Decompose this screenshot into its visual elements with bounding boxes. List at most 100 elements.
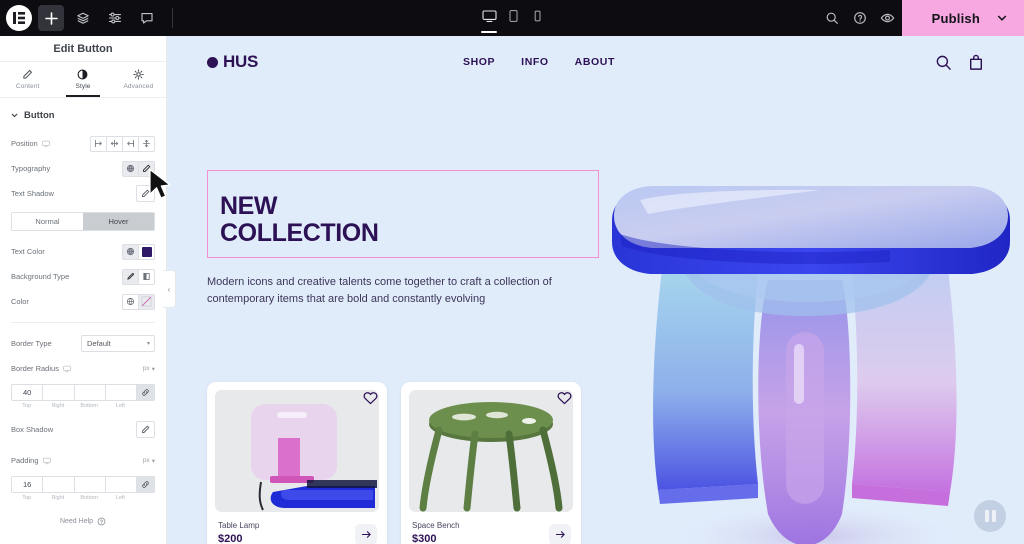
border-radius-right-input[interactable]	[42, 384, 75, 401]
mouse-cursor-icon	[149, 168, 171, 199]
editor-topbar: Publish	[0, 0, 1024, 36]
border-radius-inputs: 40	[11, 384, 155, 401]
tab-style[interactable]: Style	[55, 62, 110, 97]
hero-product-3d-stool-image	[612, 186, 1010, 544]
site-logo[interactable]: HUS	[207, 52, 258, 72]
product-card-footer: Space Bench $300	[409, 512, 573, 544]
state-tab-hover[interactable]: Hover	[83, 213, 154, 230]
section-button-title: Button	[24, 110, 55, 121]
control-position: Position	[11, 131, 155, 156]
background-type-buttons	[122, 268, 155, 285]
control-border-radius-header: Border Radius px ▾	[11, 356, 155, 381]
panel-tabs: Content Style Advanced	[0, 62, 166, 98]
align-right-button[interactable]	[122, 135, 139, 152]
desktop-icon	[41, 140, 50, 147]
align-left-button[interactable]	[90, 135, 107, 152]
add-element-icon[interactable]	[38, 5, 64, 31]
product-card[interactable]: Space Bench $300	[401, 382, 581, 544]
need-help-link[interactable]: Need Help	[0, 517, 166, 544]
search-icon[interactable]	[818, 5, 846, 31]
panel-divider	[11, 322, 155, 323]
elementor-logo-icon[interactable]	[6, 5, 32, 31]
elementor-editor: Publish Edit Button Content Style Advanc…	[0, 0, 1024, 544]
product-cards: Table Lamp $200 Space Bench $300	[207, 382, 581, 544]
color-buttons	[122, 293, 155, 310]
comment-icon[interactable]	[134, 5, 160, 31]
layers-icon[interactable]	[70, 5, 96, 31]
text-color-globals-icon[interactable]	[122, 243, 139, 260]
border-radius-top-input[interactable]: 40	[11, 384, 44, 401]
border-radius-unit-selector[interactable]: px ▾	[143, 365, 155, 373]
border-radius-left-input[interactable]	[104, 384, 137, 401]
control-text-shadow-label: Text Shadow	[11, 189, 54, 198]
product-price: $300	[412, 533, 437, 544]
tablet-icon[interactable]	[502, 3, 524, 33]
background-classic-brush-icon[interactable]	[122, 268, 139, 285]
nav-link-shop[interactable]: SHOP	[463, 56, 495, 68]
need-help-label: Need Help	[59, 518, 94, 525]
preview-eye-icon[interactable]	[874, 5, 902, 31]
hero-text-block: NEW COLLECTION Modern icons and creative…	[207, 170, 607, 308]
product-arrow-right-icon[interactable]	[549, 524, 571, 544]
favorite-heart-icon[interactable]	[557, 391, 572, 410]
search-icon[interactable]	[935, 54, 952, 71]
desktop-icon[interactable]	[478, 3, 500, 33]
site-nav: SHOP INFO ABOUT	[463, 56, 615, 68]
padding-unit-selector[interactable]: px ▾	[143, 457, 155, 465]
border-radius-link-values-icon[interactable]	[136, 384, 155, 401]
hero-subtext: Modern icons and creative talents come t…	[207, 276, 552, 306]
publish-options-chevron-down-icon[interactable]	[980, 0, 1024, 36]
section-button-header[interactable]: Button	[0, 98, 166, 131]
tab-advanced-label: Advanced	[123, 83, 154, 90]
state-tab-normal[interactable]: Normal	[12, 213, 83, 230]
desktop-icon	[63, 365, 71, 372]
panel-title: Edit Button	[0, 36, 166, 62]
publish-button[interactable]: Publish	[901, 0, 1024, 36]
headline-selection-box[interactable]: NEW COLLECTION	[207, 170, 599, 258]
align-center-horizontal-button[interactable]	[106, 135, 123, 152]
nav-link-info[interactable]: INFO	[521, 56, 548, 68]
product-price: $200	[218, 533, 243, 544]
text-color-buttons	[122, 243, 155, 260]
product-info: Space Bench $300	[412, 521, 460, 544]
border-radius-bottom-input[interactable]	[73, 384, 106, 401]
state-toggle-normal-hover: Normal Hover	[11, 212, 155, 231]
label-left: Left	[115, 495, 125, 501]
color-swatch-empty[interactable]	[138, 293, 155, 310]
background-gradient-icon[interactable]	[138, 268, 155, 285]
box-shadow-edit-pencil-icon[interactable]	[136, 421, 155, 438]
product-arrow-right-icon[interactable]	[355, 524, 377, 544]
help-icon	[97, 517, 106, 526]
padding-left-input[interactable]	[104, 476, 137, 493]
control-border-type: Border Type Default ▾	[11, 331, 155, 356]
border-type-select[interactable]: Default	[81, 335, 155, 352]
control-box-shadow-label: Box Shadow	[11, 425, 54, 434]
control-typography-label: Typography	[11, 164, 51, 173]
padding-link-values-icon[interactable]	[136, 476, 155, 493]
settings-sliders-icon[interactable]	[102, 5, 128, 31]
text-color-swatch[interactable]	[138, 243, 155, 260]
tab-advanced[interactable]: Advanced	[111, 62, 166, 97]
headline-line-2: COLLECTION	[220, 219, 379, 247]
product-card[interactable]: Table Lamp $200	[207, 382, 387, 544]
product-name: Table Lamp	[218, 521, 260, 530]
padding-top-input[interactable]: 16	[11, 476, 44, 493]
panel-collapse-chevron-left-icon[interactable]: ‹	[163, 270, 176, 308]
favorite-heart-icon[interactable]	[363, 391, 378, 410]
typography-globals-icon[interactable]	[122, 160, 139, 177]
color-globals-icon[interactable]	[122, 293, 139, 310]
site-header: HUS SHOP INFO ABOUT	[167, 36, 1024, 88]
control-color-label: Color	[11, 297, 29, 306]
padding-right-input[interactable]	[42, 476, 75, 493]
hero-headline: NEW COLLECTION	[220, 193, 584, 247]
nav-link-about[interactable]: ABOUT	[575, 56, 615, 68]
pause-icon[interactable]	[974, 500, 1006, 532]
shopping-bag-icon[interactable]	[968, 54, 984, 71]
tab-content[interactable]: Content	[0, 62, 55, 97]
control-position-label: Position	[11, 139, 50, 148]
headline-line-1: NEW	[220, 192, 278, 220]
mobile-icon[interactable]	[526, 3, 548, 33]
align-center-vertical-button[interactable]	[138, 135, 155, 152]
padding-bottom-input[interactable]	[73, 476, 106, 493]
help-icon[interactable]	[846, 5, 874, 31]
